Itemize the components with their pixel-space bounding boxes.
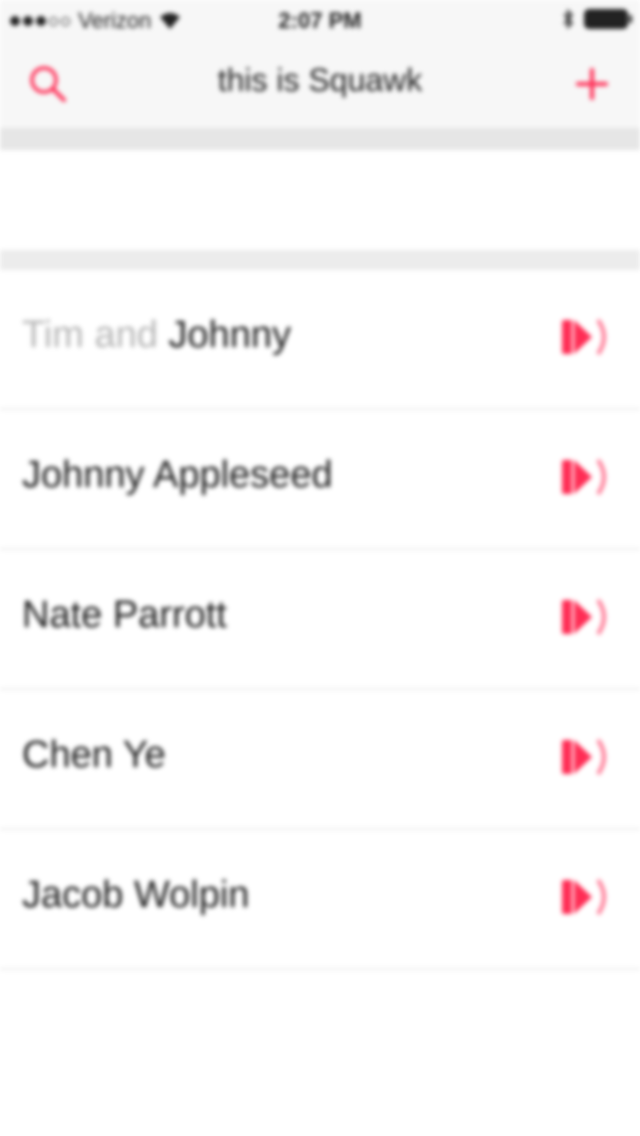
- list-item[interactable]: Nate Parrott: [0, 550, 640, 690]
- list-item[interactable]: Tim and Johnny: [0, 270, 640, 410]
- navigation-bar: this is Squawk: [0, 40, 640, 128]
- plus-icon[interactable]: [568, 60, 616, 108]
- app-screen: Verizon 2:07 PM this is Squawk Tim and J…: [0, 0, 640, 1136]
- list-item[interactable]: Johnny Appleseed: [0, 410, 640, 550]
- conversation-name: Chen Ye: [22, 734, 166, 777]
- page-title: this is Squawk: [217, 62, 423, 98]
- play-squawk-icon[interactable]: [558, 594, 614, 640]
- status-time: 2:07 PM: [278, 8, 362, 33]
- status-right: [562, 9, 632, 29]
- conversation-title: Jacob Wolpin: [22, 874, 250, 916]
- conversation-title: Johnny: [168, 314, 291, 356]
- conversation-name: Johnny Appleseed: [22, 454, 333, 497]
- conversation-list: Tim and Johnny Johnny Appleseed Nate Par…: [0, 270, 640, 970]
- list-item[interactable]: Chen Ye: [0, 690, 640, 830]
- conversation-name: Nate Parrott: [22, 594, 227, 637]
- play-squawk-icon[interactable]: [558, 454, 614, 500]
- play-squawk-icon[interactable]: [558, 314, 614, 360]
- conversation-prefix: Tim and: [22, 314, 158, 356]
- empty-header-area: [0, 150, 640, 250]
- play-squawk-icon[interactable]: [558, 734, 614, 780]
- list-item[interactable]: Jacob Wolpin: [0, 830, 640, 970]
- conversation-name: Tim and Johnny: [22, 314, 291, 357]
- play-squawk-icon[interactable]: [558, 874, 614, 920]
- battery-icon: [584, 9, 632, 29]
- section-divider: [0, 250, 640, 270]
- conversation-title: Nate Parrott: [22, 594, 227, 636]
- empty-list-area: [0, 970, 640, 1136]
- bluetooth-icon: [563, 9, 574, 29]
- nav-shadow-divider: [0, 128, 640, 150]
- status-bar: Verizon 2:07 PM: [0, 0, 640, 40]
- conversation-title: Johnny Appleseed: [22, 454, 333, 496]
- conversation-name: Jacob Wolpin: [22, 874, 249, 917]
- conversation-title: Chen Ye: [22, 734, 166, 776]
